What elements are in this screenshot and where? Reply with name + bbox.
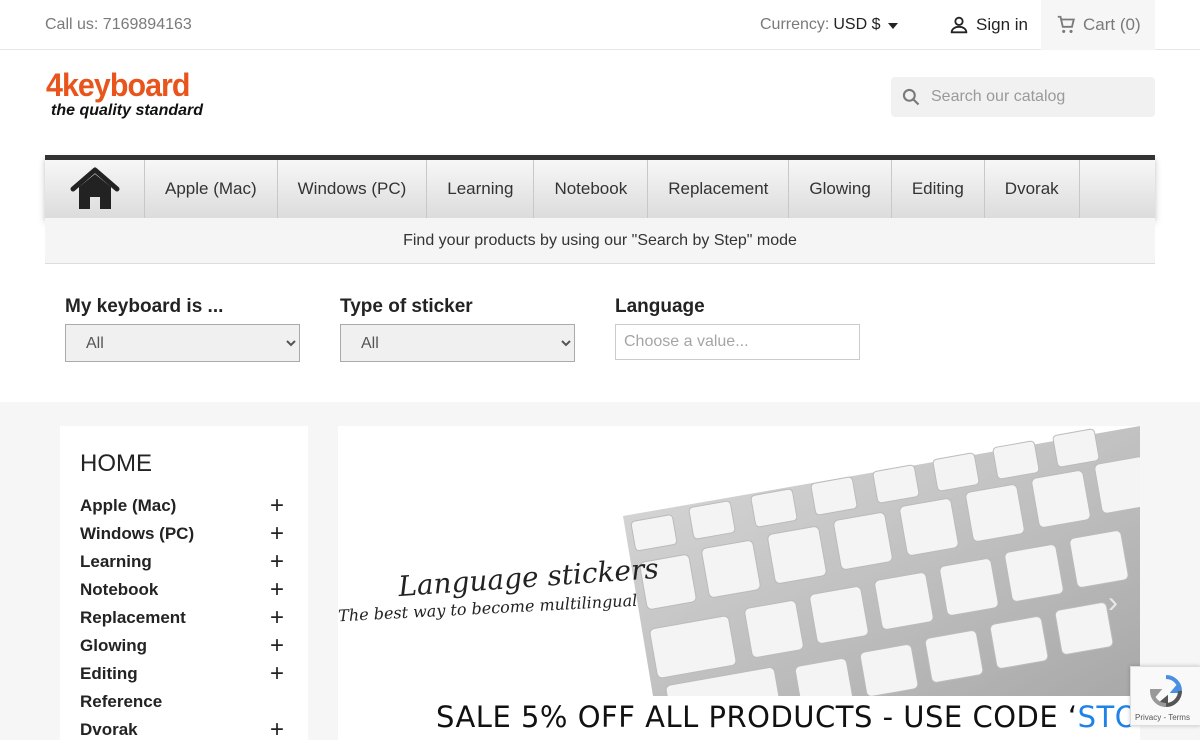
nav-item-windows-pc[interactable]: Windows (PC) (278, 160, 428, 218)
expand-plus-icon[interactable]: + (266, 606, 288, 630)
sidebar-item-label: Glowing (80, 636, 148, 655)
call-us-text: Call us: 7169894163 (45, 16, 192, 33)
filter-sticker-label: Type of sticker (340, 296, 473, 317)
expand-plus-icon[interactable]: + (266, 522, 288, 546)
recaptcha-badge[interactable]: Privacy - Terms (1130, 666, 1200, 726)
cart-icon (1057, 15, 1075, 33)
nav-item-glowing[interactable]: Glowing (789, 160, 892, 218)
language-input[interactable] (615, 324, 860, 360)
sidebar-item-glowing[interactable]: Glowing + (80, 632, 288, 660)
caret-down-icon (888, 23, 899, 29)
sale-announcement: SALE 5% OFF ALL PRODUCTS - USE CODE ‘STO… (436, 700, 1140, 734)
sidebar-item-windows-pc[interactable]: Windows (PC) + (80, 520, 288, 548)
sticker-select[interactable]: All (340, 324, 575, 362)
nav-item-editing[interactable]: Editing (892, 160, 985, 218)
sidebar-item-label: Editing (80, 664, 138, 683)
promo-carousel[interactable]: Language stickers The best way to become… (338, 426, 1140, 740)
sidebar-item-notebook[interactable]: Notebook + (80, 576, 288, 604)
logo-name: 4keyboard (46, 67, 190, 103)
sidebar-item-label: Learning (80, 552, 152, 571)
chevron-right-icon[interactable]: › (1108, 586, 1118, 620)
sidebar-item-apple-mac[interactable]: Apple (Mac) + (80, 492, 288, 520)
nav-item-learning[interactable]: Learning (427, 160, 535, 218)
nav-home[interactable] (45, 160, 145, 218)
sidebar-item-label: Reference (80, 692, 163, 711)
filter-language-label: Language (615, 296, 705, 317)
sidebar-item-reference[interactable]: Reference (80, 688, 288, 716)
expand-plus-icon[interactable]: + (266, 634, 288, 658)
sidebar-item-replacement[interactable]: Replacement + (80, 604, 288, 632)
main-nav: Apple (Mac) Windows (PC) Learning Notebo… (45, 155, 1155, 218)
sidebar-item-label: Replacement (80, 608, 186, 627)
expand-plus-icon[interactable]: + (266, 662, 288, 686)
sidebar-item-label: Apple (Mac) (80, 496, 177, 515)
sidebar-item-learning[interactable]: Learning + (80, 548, 288, 576)
nav-item-dvorak[interactable]: Dvorak (985, 160, 1080, 218)
expand-plus-icon[interactable]: + (266, 578, 288, 602)
cart-label: Cart (0) (1083, 15, 1141, 34)
search-icon[interactable] (901, 87, 921, 107)
banner-script-text: Language stickers The best way to become… (338, 552, 660, 625)
sidebar-title[interactable]: HOME (80, 450, 288, 478)
keyboard-select[interactable]: All (65, 324, 300, 362)
sidebar-item-label: Notebook (80, 580, 159, 599)
expand-plus-icon[interactable]: + (266, 550, 288, 574)
sign-in-label: Sign in (976, 15, 1028, 34)
sidebar-item-dvorak[interactable]: Dvorak + (80, 716, 288, 740)
expand-plus-icon[interactable]: + (266, 718, 288, 740)
sidebar-item-editing[interactable]: Editing + (80, 660, 288, 688)
nav-item-notebook[interactable]: Notebook (534, 160, 649, 218)
expand-plus-icon[interactable]: + (266, 494, 288, 518)
nav-item-replacement[interactable]: Replacement (648, 160, 790, 218)
sign-in-link[interactable]: Sign in (948, 14, 1028, 36)
site-logo[interactable]: 4keyboard the quality standard (46, 68, 216, 128)
currency-selector[interactable]: Currency: USD $ (760, 16, 899, 34)
nav-item-apple-mac[interactable]: Apple (Mac) (145, 160, 278, 218)
home-icon (70, 167, 119, 209)
currency-value: USD $ (833, 16, 881, 33)
search-box (891, 77, 1155, 117)
filter-sticker: Type of sticker All (340, 296, 575, 362)
filter-language: Language (615, 296, 860, 360)
top-bar: Call us: 7169894163 Currency: USD $ Sign… (0, 0, 1200, 50)
user-icon (950, 16, 968, 34)
filter-keyboard-label: My keyboard is ... (65, 296, 224, 317)
keyboard-image (623, 426, 1140, 696)
recaptcha-icon (1149, 675, 1183, 708)
search-input[interactable] (931, 88, 1141, 106)
sidebar-item-label: Dvorak (80, 720, 138, 739)
currency-label: Currency: (760, 16, 830, 33)
category-sidebar: HOME Apple (Mac) + Windows (PC) + Learning… (60, 426, 308, 740)
logo-tagline: the quality standard (51, 102, 204, 119)
sidebar-item-label: Windows (PC) (80, 524, 195, 543)
search-by-step-banner: Find your products by using our "Search … (45, 218, 1155, 264)
cart-button[interactable]: Cart (0) (1041, 0, 1155, 50)
header: 4keyboard the quality standard Apple (Ma… (0, 50, 1200, 402)
filter-keyboard: My keyboard is ... All (65, 296, 300, 362)
chevron-left-icon[interactable]: ‹ (356, 586, 366, 620)
sale-text: SALE 5% OFF ALL PRODUCTS - USE CODE ‘ (436, 700, 1078, 734)
recaptcha-links[interactable]: Privacy - Terms (1135, 713, 1190, 722)
